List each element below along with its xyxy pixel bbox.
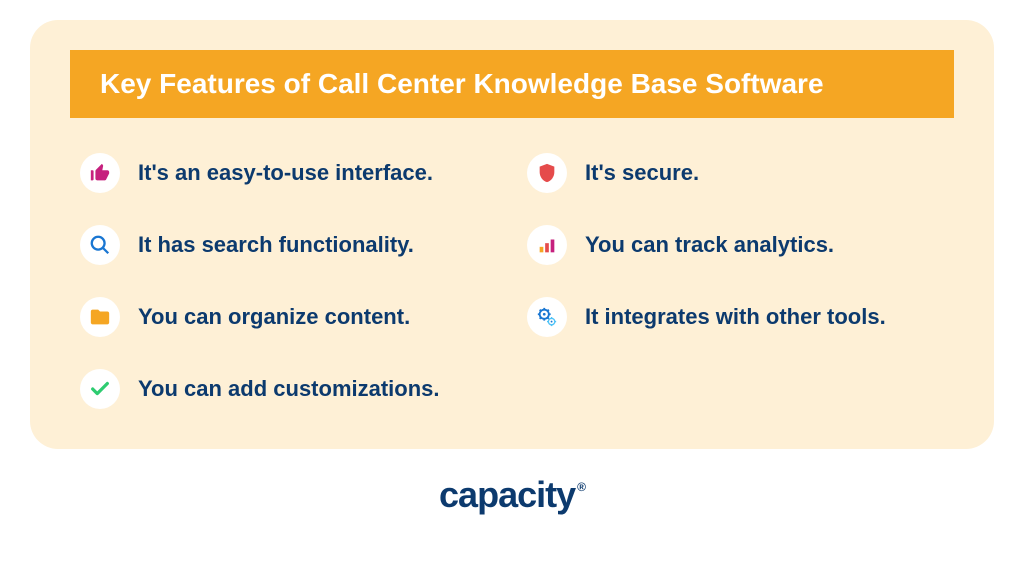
feature-item: It has search functionality. [80, 225, 497, 265]
registered-mark: ® [577, 480, 585, 494]
thumbs-up-icon [80, 153, 120, 193]
gear-icon [527, 297, 567, 337]
features-grid: It's an easy-to-use interface. It's secu… [70, 153, 954, 409]
empty-cell [527, 369, 944, 409]
header-title: Key Features of Call Center Knowledge Ba… [100, 68, 824, 99]
feature-text: You can organize content. [138, 304, 410, 330]
feature-text: It has search functionality. [138, 232, 414, 258]
header-banner: Key Features of Call Center Knowledge Ba… [70, 50, 954, 118]
chart-icon [527, 225, 567, 265]
feature-text: It's secure. [585, 160, 699, 186]
feature-item: You can track analytics. [527, 225, 944, 265]
feature-text: It integrates with other tools. [585, 304, 886, 330]
feature-item: You can add customizations. [80, 369, 497, 409]
feature-item: It integrates with other tools. [527, 297, 944, 337]
feature-item: It's secure. [527, 153, 944, 193]
feature-item: You can organize content. [80, 297, 497, 337]
feature-item: It's an easy-to-use interface. [80, 153, 497, 193]
feature-card: Key Features of Call Center Knowledge Ba… [30, 20, 994, 449]
feature-text: You can add customizations. [138, 376, 440, 402]
feature-text: It's an easy-to-use interface. [138, 160, 433, 186]
shield-icon [527, 153, 567, 193]
check-icon [80, 369, 120, 409]
search-icon [80, 225, 120, 265]
brand-name: capacity ® [439, 474, 585, 516]
brand-logo: capacity ® [439, 474, 585, 516]
folder-icon [80, 297, 120, 337]
feature-text: You can track analytics. [585, 232, 834, 258]
